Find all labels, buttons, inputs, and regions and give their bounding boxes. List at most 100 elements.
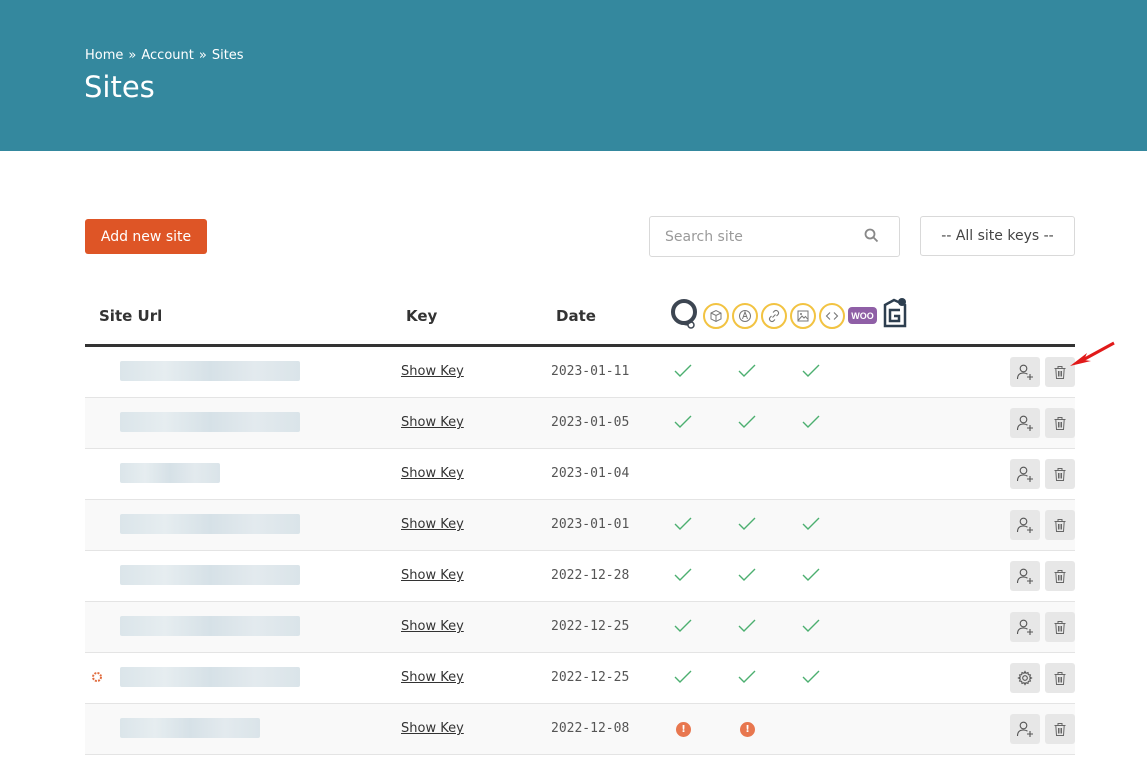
check-icon <box>674 670 692 683</box>
check-icon <box>674 568 692 581</box>
show-key-link[interactable]: Show Key <box>401 466 464 481</box>
check-icon <box>802 568 820 581</box>
show-key-link[interactable]: Show Key <box>401 517 464 532</box>
site-url-redacted[interactable] <box>120 412 300 432</box>
box-icon <box>703 302 729 329</box>
site-url-redacted[interactable] <box>120 463 220 483</box>
check-icon <box>674 415 692 428</box>
image-icon <box>790 302 816 329</box>
delete-site-button[interactable] <box>1045 612 1075 642</box>
add-user-button[interactable] <box>1010 408 1040 438</box>
feature-icons: WOO <box>670 297 910 334</box>
search-icon[interactable] <box>864 228 879 247</box>
table-row: Show Key 2022-12-25 <box>85 602 1075 653</box>
add-user-button[interactable] <box>1010 357 1040 387</box>
show-key-link[interactable]: Show Key <box>401 619 464 634</box>
site-date: 2023-01-04 <box>551 466 630 481</box>
pen-icon <box>732 302 758 329</box>
breadcrumb-home[interactable]: Home <box>85 48 123 63</box>
site-url-redacted[interactable] <box>120 616 300 636</box>
breadcrumb: Home » Account » Sites <box>85 48 244 63</box>
table-row: Show Key 2023-01-04 <box>85 449 1075 500</box>
site-url-redacted[interactable] <box>120 718 260 738</box>
site-settings-button[interactable] <box>1010 663 1040 693</box>
add-user-icon <box>1016 619 1033 635</box>
gear-icon <box>1017 670 1033 686</box>
add-user-button[interactable] <box>1010 510 1040 540</box>
site-url-redacted[interactable] <box>120 514 300 534</box>
column-header-site-url[interactable]: Site Url <box>99 307 162 325</box>
table-row: Show Key 2023-01-05 <box>85 398 1075 449</box>
table-row: Show Key 2023-01-01 <box>85 500 1075 551</box>
add-user-icon <box>1016 568 1033 584</box>
site-date: 2022-12-28 <box>551 568 630 583</box>
trash-icon <box>1054 569 1066 583</box>
add-new-site-button[interactable]: Add new site <box>85 219 207 254</box>
check-icon <box>802 364 820 377</box>
show-key-link[interactable]: Show Key <box>401 415 464 430</box>
check-icon <box>738 568 756 581</box>
check-icon <box>802 619 820 632</box>
breadcrumb-separator: » <box>198 48 207 63</box>
add-user-icon <box>1016 517 1033 533</box>
g-logo-icon <box>880 297 910 334</box>
site-warning-gear-icon <box>92 672 102 682</box>
delete-site-button[interactable] <box>1045 561 1075 591</box>
add-user-icon <box>1016 415 1033 431</box>
delete-site-button[interactable] <box>1045 510 1075 540</box>
table-row: Show Key 2022-12-25 <box>85 653 1075 704</box>
show-key-link[interactable]: Show Key <box>401 670 464 685</box>
delete-site-button[interactable] <box>1045 459 1075 489</box>
add-user-button[interactable] <box>1010 561 1040 591</box>
trash-icon <box>1054 416 1066 430</box>
add-user-icon <box>1016 364 1033 380</box>
trash-icon <box>1054 722 1066 736</box>
delete-site-button[interactable] <box>1045 663 1075 693</box>
delete-site-button[interactable] <box>1045 714 1075 744</box>
add-user-button[interactable] <box>1010 714 1040 744</box>
trash-icon <box>1054 620 1066 634</box>
woo-icon: WOO <box>848 307 877 324</box>
add-user-icon <box>1016 721 1033 737</box>
site-date: 2023-01-01 <box>551 517 630 532</box>
table-row: Show Key 2022-12-28 <box>85 551 1075 602</box>
show-key-link[interactable]: Show Key <box>401 364 464 379</box>
red-arrow-icon <box>1070 341 1115 366</box>
check-icon <box>802 670 820 683</box>
show-key-link[interactable]: Show Key <box>401 721 464 736</box>
breadcrumb-separator: » <box>128 48 137 63</box>
site-url-redacted[interactable] <box>120 565 300 585</box>
search-input[interactable]: Search site <box>649 216 900 257</box>
trash-icon <box>1054 467 1066 481</box>
woo-icon-text: WOO <box>851 310 874 321</box>
code-icon <box>819 302 845 329</box>
column-header-key[interactable]: Key <box>406 307 437 325</box>
add-user-icon <box>1016 466 1033 482</box>
warning-icon: ! <box>740 722 755 737</box>
site-date: 2022-12-25 <box>551 670 630 685</box>
link-icon <box>761 302 787 329</box>
add-user-button[interactable] <box>1010 612 1040 642</box>
add-user-button[interactable] <box>1010 459 1040 489</box>
site-date: 2022-12-25 <box>551 619 630 634</box>
check-icon <box>738 364 756 377</box>
check-icon <box>738 415 756 428</box>
check-icon <box>802 415 820 428</box>
headset-icon <box>670 298 700 334</box>
delete-site-button[interactable] <box>1045 408 1075 438</box>
site-date: 2022-12-08 <box>551 721 630 736</box>
site-url-redacted[interactable] <box>120 667 300 687</box>
check-icon <box>674 619 692 632</box>
trash-icon <box>1054 518 1066 532</box>
trash-icon <box>1054 365 1066 379</box>
show-key-link[interactable]: Show Key <box>401 568 464 583</box>
check-icon <box>674 364 692 377</box>
site-keys-select[interactable]: -- All site keys -- <box>920 216 1075 256</box>
check-icon <box>738 619 756 632</box>
column-header-date[interactable]: Date <box>556 307 596 325</box>
site-url-redacted[interactable] <box>120 361 300 381</box>
breadcrumb-account[interactable]: Account <box>141 48 194 63</box>
breadcrumb-sites: Sites <box>211 48 244 63</box>
check-icon <box>674 517 692 530</box>
page-header: Home » Account » Sites Sites <box>0 0 1147 151</box>
